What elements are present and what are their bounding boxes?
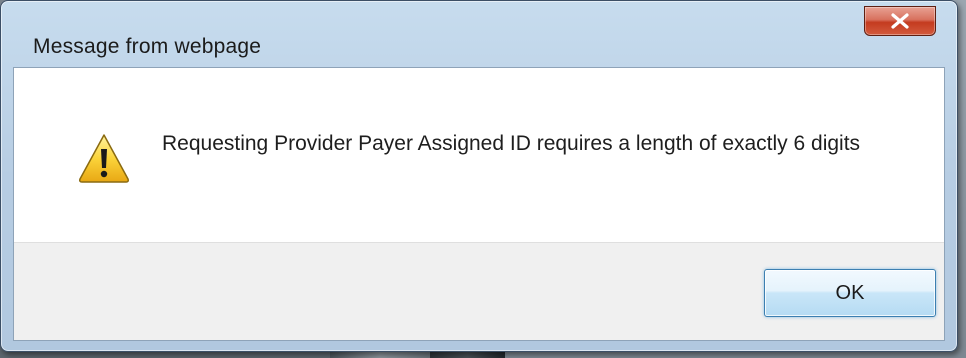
ok-button[interactable]: OK xyxy=(764,269,936,317)
dialog-message: Requesting Provider Payer Assigned ID re… xyxy=(162,132,861,155)
close-icon xyxy=(891,13,909,29)
dialog-title-bar[interactable]: Message from webpage xyxy=(1,1,957,67)
message-dialog: Message from webpage Requesting Provider… xyxy=(0,0,958,352)
dialog-footer: OK xyxy=(14,242,944,340)
dialog-body: Requesting Provider Payer Assigned ID re… xyxy=(13,67,945,341)
dialog-title: Message from webpage xyxy=(33,35,262,58)
close-button[interactable] xyxy=(864,6,936,36)
message-area: Requesting Provider Payer Assigned ID re… xyxy=(14,68,944,242)
warning-icon xyxy=(79,134,129,183)
